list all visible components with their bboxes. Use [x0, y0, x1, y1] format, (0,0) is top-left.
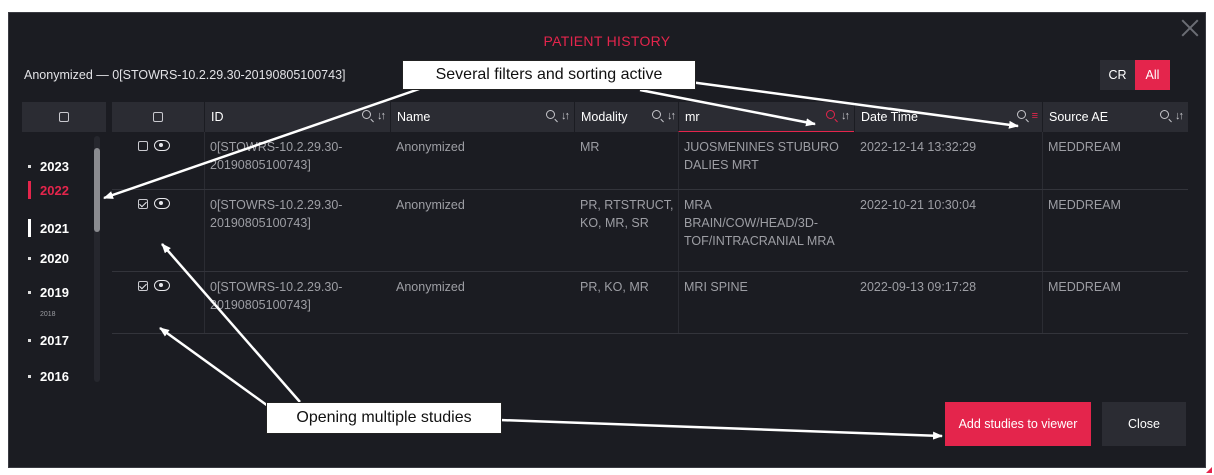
arrow-to-add-button — [499, 418, 943, 440]
arrow-to-date-sort — [689, 80, 1019, 129]
arrow-to-year-filter — [103, 86, 423, 200]
arrow-to-checkbox-row3 — [159, 326, 269, 408]
annotation-filters: Several filters and sorting active — [402, 60, 696, 90]
annotation-multiple-studies: Opening multiple studies — [266, 402, 502, 434]
